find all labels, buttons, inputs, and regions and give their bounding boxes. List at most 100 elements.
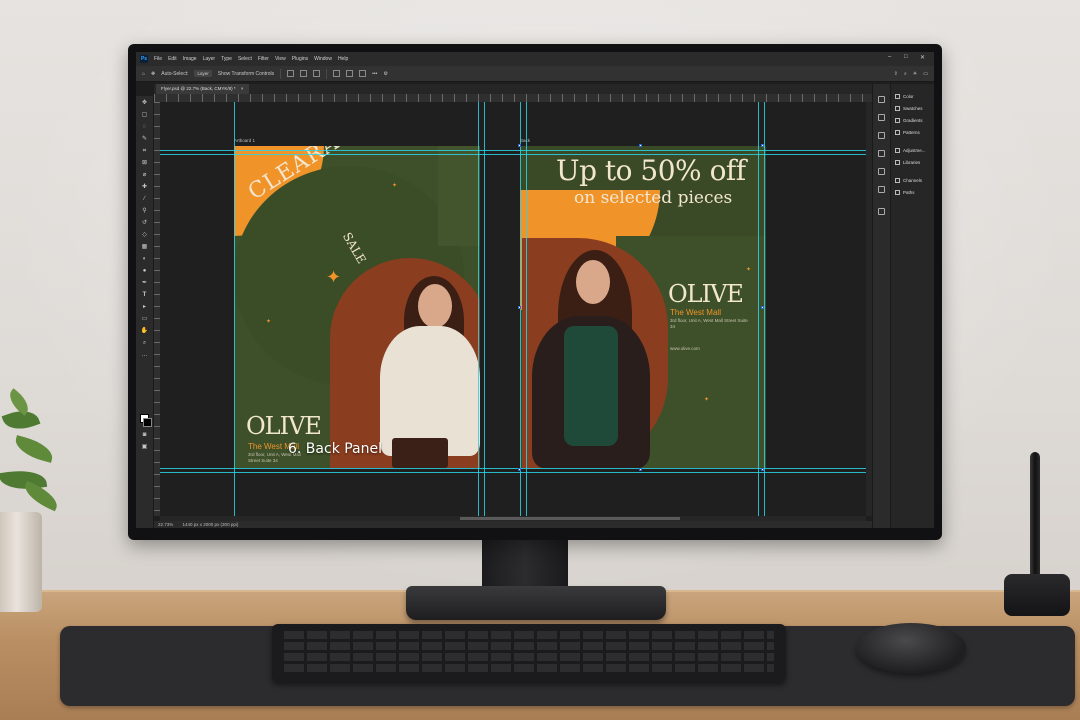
horizontal-scrollbar-thumb[interactable] [460,517,680,520]
transform-handle[interactable] [761,468,764,471]
menu-edit[interactable]: Edit [168,56,177,62]
align-left-icon[interactable] [287,70,295,77]
marquee-tool-icon[interactable]: ▢ [140,112,149,118]
menu-file[interactable]: File [154,56,162,62]
panel-swatches[interactable]: Swatches [895,106,923,111]
workspace-icon[interactable]: ▭ [923,71,928,77]
guide-vertical[interactable] [484,102,485,516]
move-tool-icon[interactable]: ✥ [140,100,149,106]
info-icon[interactable] [878,132,885,139]
menu-window[interactable]: Window [314,56,332,62]
transform-handle[interactable] [518,468,521,471]
align-center-icon[interactable] [300,70,308,77]
panel-libraries[interactable]: Libraries [895,160,920,165]
guide-horizontal[interactable] [160,154,866,155]
menu-select[interactable]: Select [238,56,252,62]
hand-tool-icon[interactable]: ✋ [140,328,149,334]
menu-layer[interactable]: Layer [203,56,216,62]
panel-gradients[interactable]: Gradients [895,118,923,123]
address-back[interactable]: 3rd floor, Unit A, West Mall Street Suit… [670,318,750,330]
transform-handle[interactable] [518,306,521,309]
align-top-icon[interactable] [333,70,341,77]
guide-vertical[interactable] [520,102,521,516]
sale-headline[interactable]: Up to 50% off [556,154,746,187]
discover-icon[interactable]: ☀ [913,71,917,77]
guide-horizontal[interactable] [160,472,866,473]
sale-subheadline[interactable]: on selected pieces [574,188,732,208]
menu-help[interactable]: Help [338,56,348,62]
character-icon[interactable] [878,150,885,157]
search-icon[interactable]: ⌕ [904,71,907,77]
close-icon[interactable]: ✕ [920,54,925,61]
paragraph-icon[interactable] [878,168,885,175]
document-tab[interactable]: Flyer.psd @ 22.7% (Back, CMYK/8) * × [156,84,249,94]
screen-mode-icon[interactable]: ▣ [140,444,149,450]
transform-handle[interactable] [761,306,764,309]
panel-color[interactable]: Color [895,94,914,99]
guide-vertical[interactable] [234,102,235,516]
more-tools-icon[interactable]: … [140,352,149,358]
quick-select-tool-icon[interactable]: ✎ [140,136,149,142]
store-name-back[interactable]: The West Mall [670,308,721,317]
properties-icon[interactable] [878,114,885,121]
menu-plugins[interactable]: Plugins [292,56,308,62]
brush-settings-icon[interactable] [878,186,885,193]
move-tool-icon[interactable]: ✥ [151,71,155,77]
artboard-label-1[interactable]: Artboard 1 [234,138,255,143]
healing-brush-icon[interactable]: ✚ [140,184,149,190]
panel-channels[interactable]: Channels [895,178,922,183]
show-transform-controls-checkbox[interactable]: Show Transform Controls [218,71,274,77]
eraser-tool-icon[interactable]: ◇ [140,232,149,238]
panel-patterns[interactable]: Patterns [895,130,920,135]
menu-view[interactable]: View [275,56,286,62]
guide-horizontal[interactable] [160,150,866,151]
dodge-tool-icon[interactable]: ● [140,268,149,274]
clone-stamp-icon[interactable]: ⚲ [140,208,149,214]
more-options-icon[interactable]: ••• [372,71,377,77]
zoom-level[interactable]: 22.73% [158,522,173,527]
menu-filter[interactable]: Filter [258,56,269,62]
panel-paths[interactable]: Paths [895,190,915,195]
guide-vertical[interactable] [478,102,479,516]
artboard-label-back[interactable]: Back [520,138,530,143]
auto-select-label[interactable]: Auto-Select: [161,71,188,77]
menu-type[interactable]: Type [221,56,232,62]
horizontal-ruler[interactable] [154,94,872,102]
maximize-icon[interactable]: □ [904,54,908,60]
transform-handle[interactable] [761,144,764,147]
align-right-icon[interactable] [313,70,321,77]
artboard-back[interactable]: Up to 50% off on selected pieces OLIVE T… [520,146,766,468]
frame-tool-icon[interactable]: ⊠ [140,160,149,166]
blur-tool-icon[interactable]: ◐ [140,256,149,262]
eyedropper-tool-icon[interactable]: ⌀ [140,172,149,178]
auto-select-dropdown[interactable]: Layer [194,70,212,77]
guide-vertical[interactable] [758,102,759,516]
zoom-tool-icon[interactable]: ⌕ [140,340,149,346]
layers-icon[interactable] [878,208,885,215]
canvas[interactable]: Artboard 1 Back CLEARANCE SALE ✦ ✦ ✦ OLI… [160,102,866,516]
artboard-front[interactable]: CLEARANCE SALE ✦ ✦ ✦ OLIVE The West Mall… [234,146,480,468]
panel-adjustments[interactable]: Adjustme... [895,148,926,153]
align-middle-icon[interactable] [346,70,354,77]
crop-tool-icon[interactable]: ⌗ [140,148,149,154]
transform-handle[interactable] [518,144,521,147]
history-brush-icon[interactable]: ↺ [140,220,149,226]
background-color-swatch[interactable] [143,418,152,427]
path-select-icon[interactable]: ▸ [140,304,149,310]
brand-olive-front[interactable]: OLIVE [246,412,322,440]
transform-handle[interactable] [639,144,642,147]
type-tool-icon[interactable]: T [140,292,149,298]
lasso-tool-icon[interactable]: ◌ [140,124,149,130]
pen-tool-icon[interactable]: ✒ [140,280,149,286]
minimize-icon[interactable]: – [888,54,891,60]
website-back[interactable]: www.olive.com [670,346,700,351]
rectangle-tool-icon[interactable]: ▭ [140,316,149,322]
tab-close-icon[interactable]: × [241,86,244,91]
guide-vertical[interactable] [764,102,765,516]
history-icon[interactable] [878,96,885,103]
document-info[interactable]: 1440 px x 2000 px (300 ppi) [183,522,239,527]
align-bottom-icon[interactable] [359,70,367,77]
gear-icon[interactable]: ⚙ [383,71,387,77]
transform-handle[interactable] [639,468,642,471]
guide-vertical[interactable] [526,102,527,516]
